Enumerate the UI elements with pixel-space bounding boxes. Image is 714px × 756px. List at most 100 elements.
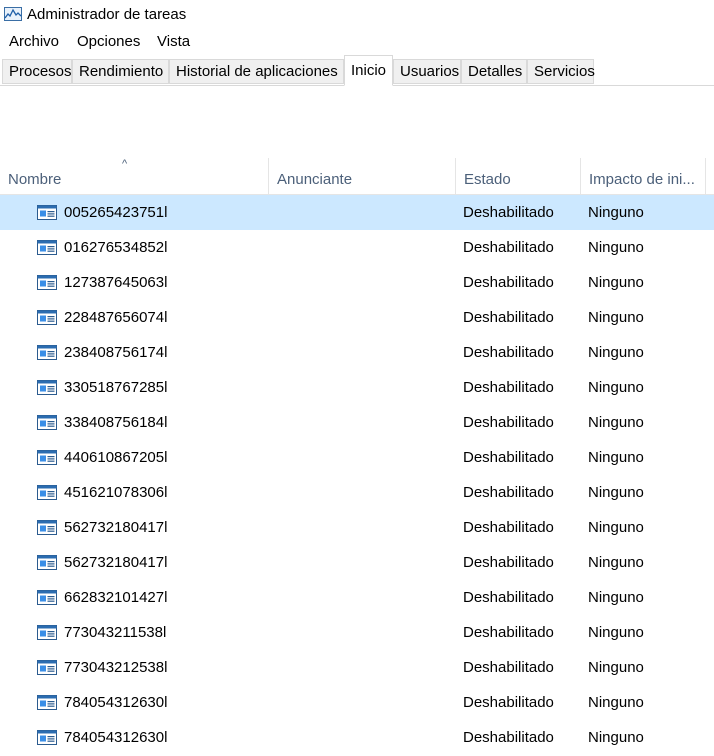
row-name: 005265423751l: [64, 204, 168, 221]
tab-servicios[interactable]: Servicios: [527, 59, 595, 84]
row-impact: Ninguno: [588, 484, 644, 501]
column-header-state[interactable]: Estado: [456, 158, 580, 194]
row-impact: Ninguno: [588, 239, 644, 256]
row-impact: Ninguno: [588, 309, 644, 326]
application-window-icon: [37, 730, 57, 745]
menu-vista[interactable]: Vista: [157, 33, 190, 50]
row-impact: Ninguno: [588, 729, 644, 746]
row-name: 238408756174l: [64, 344, 168, 361]
row-state: Deshabilitado: [463, 274, 554, 291]
row-state: Deshabilitado: [463, 624, 554, 641]
application-window-icon: [37, 590, 57, 605]
table-row[interactable]: 440610867205l Deshabilitado Ninguno: [0, 440, 714, 475]
row-state: Deshabilitado: [463, 554, 554, 571]
row-state: Deshabilitado: [463, 239, 554, 256]
application-window-icon: [37, 625, 57, 640]
menu-archivo[interactable]: Archivo: [9, 33, 59, 50]
application-window-icon: [37, 450, 57, 465]
application-window-icon: [37, 240, 57, 255]
tab-historial[interactable]: Historial de aplicaciones: [169, 59, 344, 84]
tab-rendimiento[interactable]: Rendimiento: [72, 59, 169, 84]
row-name: 773043212538l: [64, 659, 168, 676]
title-bar: Administrador de tareas: [0, 0, 714, 30]
table-row[interactable]: 562732180417l Deshabilitado Ninguno: [0, 510, 714, 545]
row-name: 562732180417l: [64, 554, 168, 571]
row-impact: Ninguno: [588, 554, 644, 571]
application-window-icon: [37, 310, 57, 325]
row-state: Deshabilitado: [463, 589, 554, 606]
tab-inicio[interactable]: Inicio: [344, 55, 393, 86]
table-row[interactable]: 238408756174l Deshabilitado Ninguno: [0, 335, 714, 370]
row-name: 784054312630l: [64, 729, 168, 746]
row-name: 662832101427l: [64, 589, 168, 606]
row-impact: Ninguno: [588, 624, 644, 641]
row-name: 451621078306l: [64, 484, 168, 501]
table-row[interactable]: 127387645063l Deshabilitado Ninguno: [0, 265, 714, 300]
column-header-name[interactable]: ^ Nombre: [0, 158, 268, 194]
row-state: Deshabilitado: [463, 729, 554, 746]
row-impact: Ninguno: [588, 519, 644, 536]
menu-bar: Archivo Opciones Vista: [0, 30, 714, 54]
column-header-impact-label: Impacto de ini...: [589, 171, 695, 188]
row-impact: Ninguno: [588, 694, 644, 711]
row-state: Deshabilitado: [463, 449, 554, 466]
row-state: Deshabilitado: [463, 204, 554, 221]
row-state: Deshabilitado: [463, 379, 554, 396]
application-window-icon: [37, 205, 57, 220]
task-manager-icon: [4, 7, 22, 21]
application-window-icon: [37, 485, 57, 500]
application-window-icon: [37, 275, 57, 290]
table-row[interactable]: 005265423751l Deshabilitado Ninguno: [0, 195, 714, 230]
table-row[interactable]: 562732180417l Deshabilitado Ninguno: [0, 545, 714, 580]
column-header-state-label: Estado: [464, 171, 511, 188]
table-row[interactable]: 330518767285l Deshabilitado Ninguno: [0, 370, 714, 405]
application-window-icon: [37, 380, 57, 395]
column-header-name-label: Nombre: [8, 171, 62, 188]
application-window-icon: [37, 520, 57, 535]
column-divider[interactable]: [705, 158, 706, 194]
row-name: 127387645063l: [64, 274, 168, 291]
column-header-publisher[interactable]: Anunciante: [269, 158, 455, 194]
row-impact: Ninguno: [588, 344, 644, 361]
table-row[interactable]: 773043212538l Deshabilitado Ninguno: [0, 650, 714, 685]
row-name: 440610867205l: [64, 449, 168, 466]
table-row[interactable]: 784054312630l Deshabilitado Ninguno: [0, 720, 714, 755]
table-row[interactable]: 662832101427l Deshabilitado Ninguno: [0, 580, 714, 615]
row-state: Deshabilitado: [463, 484, 554, 501]
table-row[interactable]: 338408756184l Deshabilitado Ninguno: [0, 405, 714, 440]
row-name: 773043211538l: [64, 624, 167, 641]
row-impact: Ninguno: [588, 379, 644, 396]
row-name: 338408756184l: [64, 414, 168, 431]
row-state: Deshabilitado: [463, 414, 554, 431]
application-window-icon: [37, 660, 57, 675]
row-impact: Ninguno: [588, 449, 644, 466]
tab-detalles[interactable]: Detalles: [461, 59, 527, 84]
window-title: Administrador de tareas: [27, 6, 187, 23]
column-header-row: ^ Nombre Anunciante Estado Impacto de in…: [0, 158, 714, 195]
row-impact: Ninguno: [588, 414, 644, 431]
application-window-icon: [37, 555, 57, 570]
row-impact: Ninguno: [588, 274, 644, 291]
application-window-icon: [37, 415, 57, 430]
column-header-impact[interactable]: Impacto de ini...: [581, 158, 705, 194]
row-impact: Ninguno: [588, 204, 644, 221]
tab-procesos[interactable]: Procesos: [2, 59, 72, 84]
row-name: 330518767285l: [64, 379, 168, 396]
table-row[interactable]: 016276534852l Deshabilitado Ninguno: [0, 230, 714, 265]
application-window-icon: [37, 695, 57, 710]
application-window-icon: [37, 345, 57, 360]
row-state: Deshabilitado: [463, 309, 554, 326]
table-row[interactable]: 451621078306l Deshabilitado Ninguno: [0, 475, 714, 510]
sort-ascending-icon: ^: [122, 158, 128, 170]
row-impact: Ninguno: [588, 659, 644, 676]
table-row[interactable]: 228487656074l Deshabilitado Ninguno: [0, 300, 714, 335]
row-name: 016276534852l: [64, 239, 168, 256]
row-state: Deshabilitado: [463, 694, 554, 711]
row-state: Deshabilitado: [463, 659, 554, 676]
table-row[interactable]: 773043211538l Deshabilitado Ninguno: [0, 615, 714, 650]
table-row[interactable]: 784054312630l Deshabilitado Ninguno: [0, 685, 714, 720]
row-state: Deshabilitado: [463, 519, 554, 536]
menu-opciones[interactable]: Opciones: [77, 33, 140, 50]
tab-usuarios[interactable]: Usuarios: [393, 59, 461, 84]
row-state: Deshabilitado: [463, 344, 554, 361]
